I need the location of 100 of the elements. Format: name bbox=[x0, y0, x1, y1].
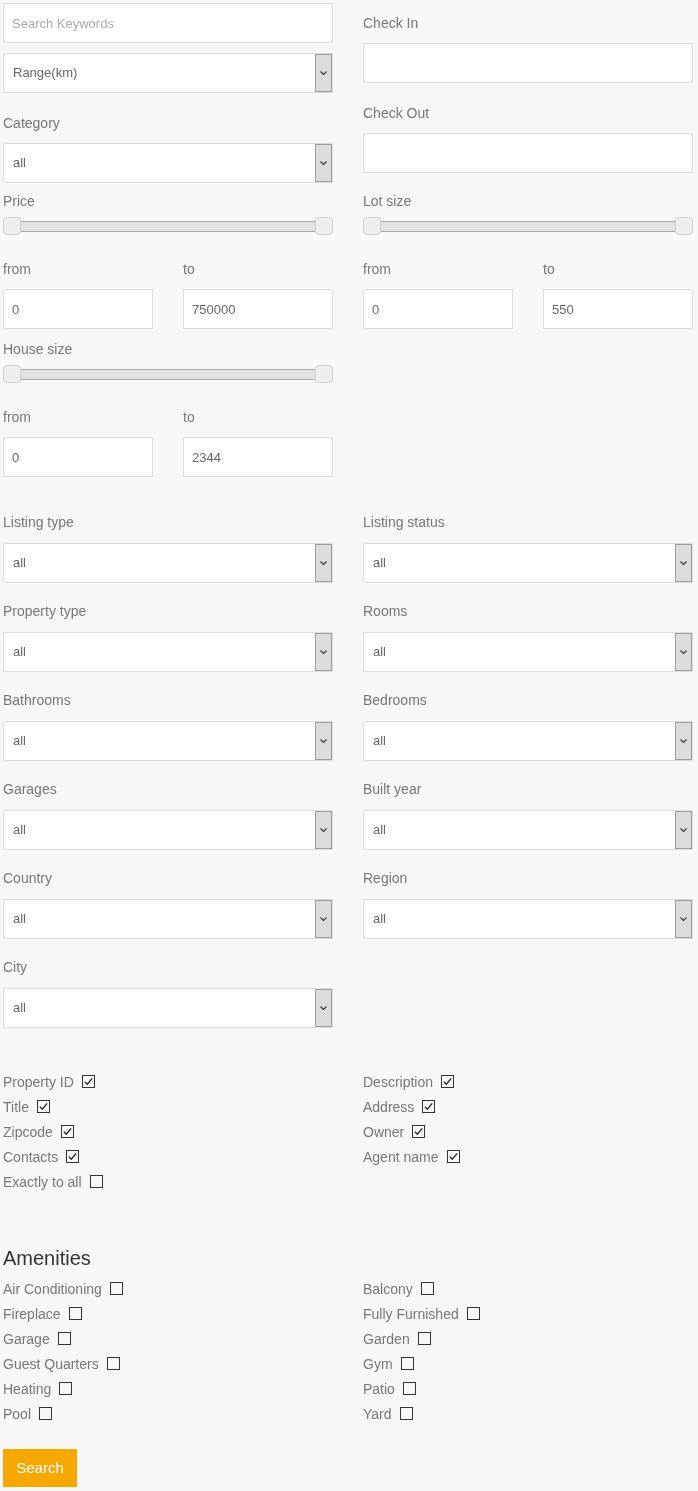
checkbox-label: Fireplace bbox=[3, 1304, 61, 1324]
input-field[interactable] bbox=[363, 43, 693, 83]
select-field[interactable]: all bbox=[3, 899, 333, 939]
checkbox-label: Garden bbox=[363, 1329, 410, 1349]
checkbox-label: Heating bbox=[3, 1379, 52, 1399]
checkbox-label: Description bbox=[363, 1072, 434, 1092]
chevron-down-icon[interactable] bbox=[315, 144, 332, 182]
input-field[interactable]: 0 bbox=[363, 289, 513, 329]
field-label: Lot size bbox=[363, 192, 413, 211]
checkbox[interactable] bbox=[66, 1150, 80, 1163]
field-label: from bbox=[3, 260, 32, 279]
field-label: to bbox=[543, 260, 556, 279]
field-label: to bbox=[183, 408, 196, 427]
chevron-down-icon[interactable] bbox=[315, 54, 332, 92]
checkbox[interactable] bbox=[400, 1357, 414, 1370]
field-label: City bbox=[3, 958, 29, 977]
checkbox[interactable] bbox=[412, 1125, 426, 1138]
select-field[interactable]: all bbox=[3, 988, 333, 1028]
checkbox[interactable] bbox=[417, 1332, 431, 1345]
field-label: Check In bbox=[363, 14, 420, 33]
slider-handle[interactable] bbox=[3, 217, 21, 235]
input-field[interactable] bbox=[363, 133, 693, 173]
checkbox[interactable] bbox=[57, 1332, 71, 1345]
slider-track[interactable] bbox=[363, 217, 693, 235]
checkbox-label: Fully Furnished bbox=[363, 1304, 459, 1324]
checkbox-label: Yard bbox=[363, 1404, 392, 1424]
chevron-down-icon[interactable] bbox=[675, 900, 692, 938]
slider-track[interactable] bbox=[3, 365, 333, 383]
checkbox[interactable] bbox=[109, 1282, 123, 1295]
chevron-down-icon[interactable] bbox=[315, 633, 332, 671]
checkbox[interactable] bbox=[68, 1307, 82, 1320]
section-heading: Amenities bbox=[3, 1246, 92, 1271]
field-label: Country bbox=[3, 869, 54, 888]
field-label: Listing type bbox=[3, 513, 75, 532]
checkbox[interactable] bbox=[399, 1407, 413, 1420]
field-label: Region bbox=[363, 869, 409, 888]
select-field[interactable]: all bbox=[363, 810, 693, 850]
slider-handle[interactable] bbox=[315, 217, 333, 235]
select-field[interactable]: all bbox=[3, 543, 333, 583]
select-field[interactable]: all bbox=[363, 721, 693, 761]
checkbox[interactable] bbox=[420, 1282, 434, 1295]
chevron-down-icon[interactable] bbox=[675, 811, 692, 849]
checkbox-label: Contacts bbox=[3, 1147, 59, 1167]
field-label: from bbox=[363, 260, 392, 279]
checkbox[interactable] bbox=[60, 1125, 74, 1138]
chevron-down-icon[interactable] bbox=[675, 544, 692, 582]
chevron-down-icon[interactable] bbox=[675, 722, 692, 760]
checkbox-label: Property ID bbox=[3, 1072, 74, 1092]
checkbox-label: Garage bbox=[3, 1329, 50, 1349]
select-field[interactable]: all bbox=[3, 721, 333, 761]
field-label: from bbox=[3, 408, 32, 427]
checkbox[interactable] bbox=[39, 1407, 53, 1420]
select-field[interactable]: all bbox=[363, 543, 693, 583]
select-field[interactable]: Range(km) bbox=[3, 53, 333, 93]
checkbox-label: Title bbox=[3, 1097, 29, 1117]
checkbox[interactable] bbox=[441, 1075, 455, 1088]
select-field[interactable]: all bbox=[3, 810, 333, 850]
checkbox-label: Agent name bbox=[363, 1147, 439, 1167]
slider-handle[interactable] bbox=[363, 217, 381, 235]
chevron-down-icon[interactable] bbox=[675, 633, 692, 671]
checkbox-label: Zipcode bbox=[3, 1122, 53, 1142]
checkbox[interactable] bbox=[81, 1075, 95, 1088]
checkbox-label: Exactly to all bbox=[3, 1172, 82, 1192]
checkbox-label: Pool bbox=[3, 1404, 32, 1424]
chevron-down-icon[interactable] bbox=[315, 989, 332, 1027]
field-label: Category bbox=[3, 114, 61, 133]
field-label: Check Out bbox=[363, 104, 431, 123]
field-label: Rooms bbox=[363, 602, 409, 621]
slider-handle[interactable] bbox=[675, 217, 693, 235]
checkbox[interactable] bbox=[422, 1100, 436, 1113]
chevron-down-icon[interactable] bbox=[315, 900, 332, 938]
checkbox[interactable] bbox=[106, 1357, 120, 1370]
field-label: Bathrooms bbox=[3, 691, 72, 710]
checkbox[interactable] bbox=[466, 1307, 480, 1320]
field-label: Property type bbox=[3, 602, 88, 621]
input-field[interactable]: 550 bbox=[543, 289, 693, 329]
slider-track[interactable] bbox=[3, 217, 333, 235]
checkbox[interactable] bbox=[89, 1175, 103, 1188]
checkbox[interactable] bbox=[446, 1150, 460, 1163]
slider-handle[interactable] bbox=[315, 365, 333, 383]
input-field[interactable]: 0 bbox=[3, 437, 153, 477]
select-field[interactable]: all bbox=[3, 632, 333, 672]
chevron-down-icon[interactable] bbox=[315, 811, 332, 849]
input-field[interactable]: 0 bbox=[3, 289, 153, 329]
select-field[interactable]: all bbox=[3, 143, 333, 183]
chevron-down-icon[interactable] bbox=[315, 544, 332, 582]
checkbox[interactable] bbox=[402, 1382, 416, 1395]
slider-handle[interactable] bbox=[3, 365, 21, 383]
chevron-down-icon[interactable] bbox=[315, 722, 332, 760]
select-field[interactable]: all bbox=[363, 899, 693, 939]
checkbox-label: Owner bbox=[363, 1122, 405, 1142]
checkbox[interactable] bbox=[59, 1382, 73, 1395]
input-field[interactable]: 2344 bbox=[183, 437, 333, 477]
checkbox[interactable] bbox=[36, 1100, 50, 1113]
field-label: Built year bbox=[363, 780, 423, 799]
checkbox-label: Balcony bbox=[363, 1279, 413, 1299]
select-field[interactable]: all bbox=[363, 632, 693, 672]
checkbox-label: Gym bbox=[363, 1354, 393, 1374]
input-field[interactable]: 750000 bbox=[183, 289, 333, 329]
input-field[interactable]: Search Keywords bbox=[3, 3, 333, 43]
